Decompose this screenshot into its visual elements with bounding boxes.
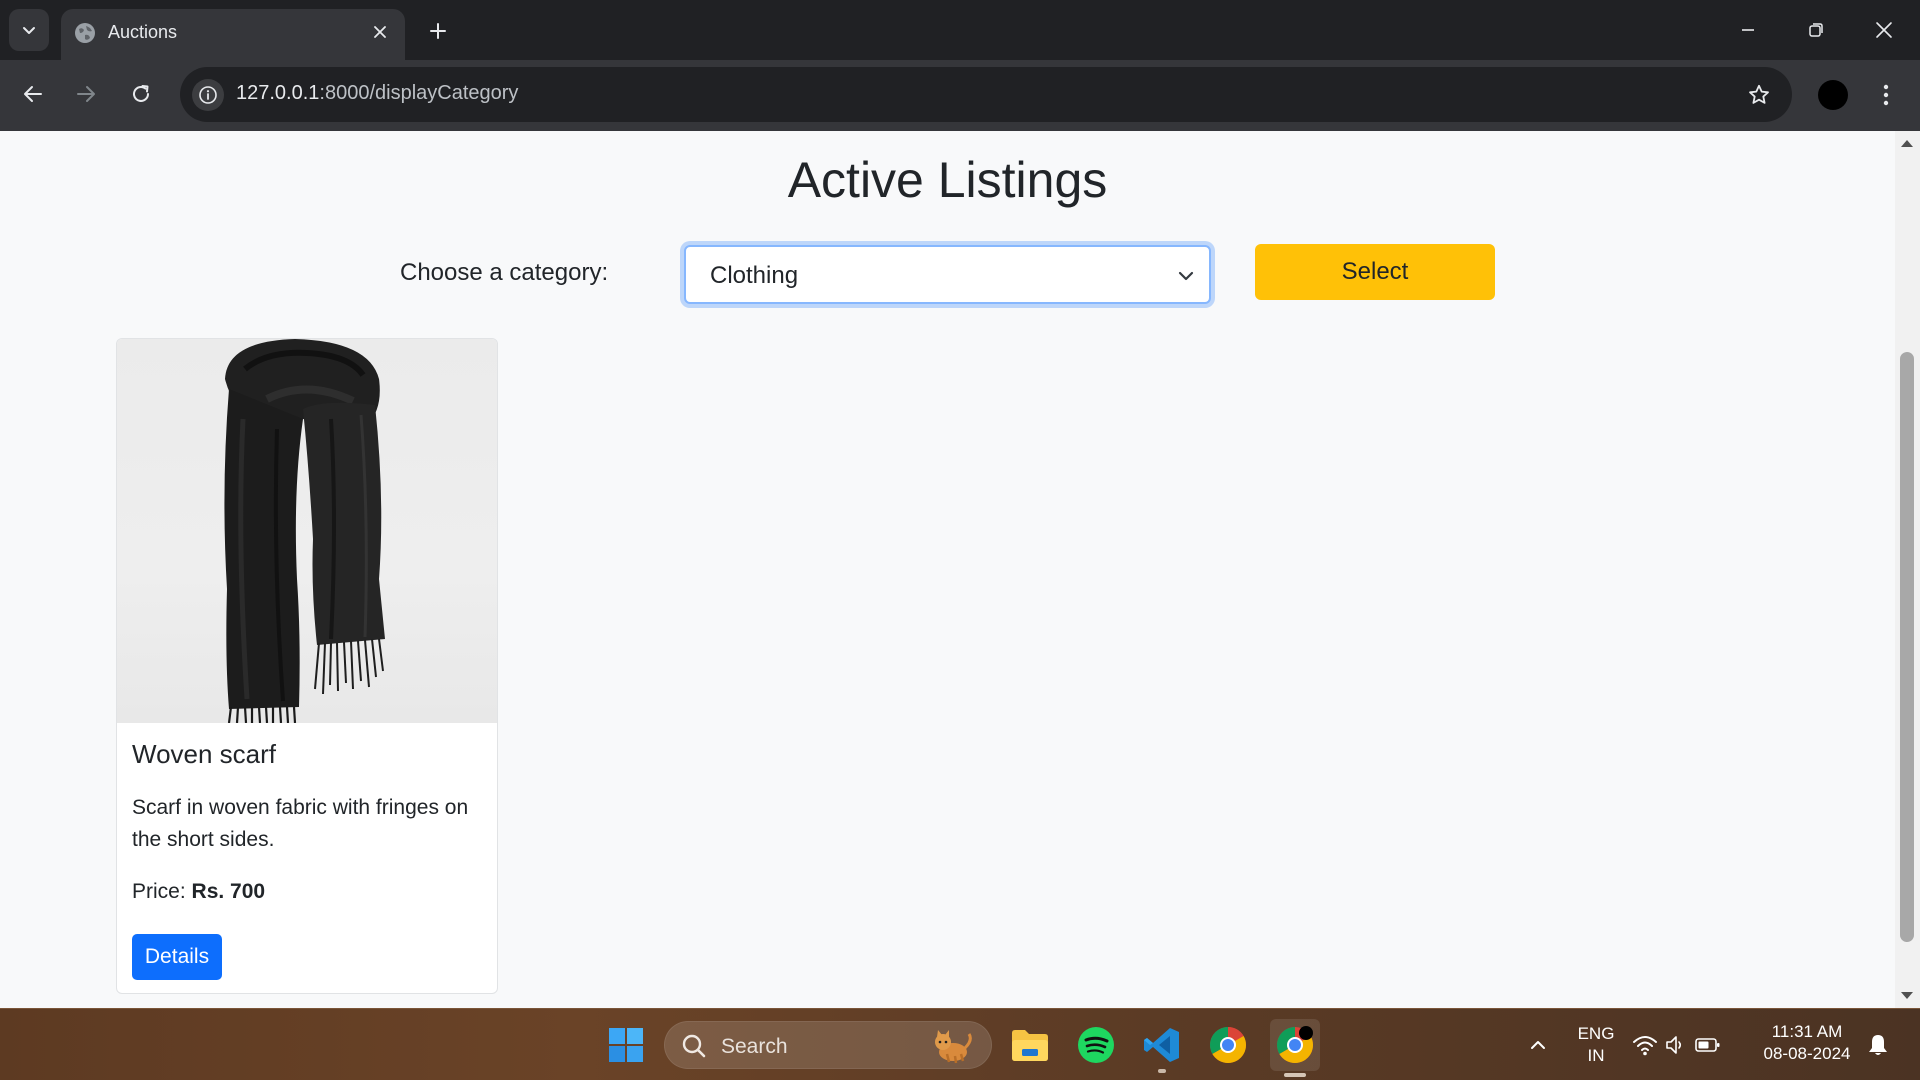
wifi-icon bbox=[1633, 1036, 1657, 1056]
scroll-thumb[interactable] bbox=[1900, 352, 1914, 942]
tab-search-button[interactable] bbox=[9, 9, 49, 51]
chrome-icon bbox=[1209, 1027, 1247, 1063]
listing-title: Woven scarf bbox=[132, 739, 277, 769]
vscode-button[interactable] bbox=[1140, 1023, 1184, 1073]
forward-button[interactable] bbox=[66, 74, 106, 114]
file-explorer-button[interactable] bbox=[1008, 1023, 1052, 1067]
chevron-up-icon bbox=[1531, 1041, 1545, 1049]
select-button[interactable]: Select bbox=[1255, 244, 1495, 300]
clock-time: 11:31 AM bbox=[1771, 1022, 1843, 1041]
taskbar-search-label: Search bbox=[721, 1035, 788, 1058]
page-scrollbar[interactable] bbox=[1895, 131, 1920, 1008]
clock[interactable]: 11:31 AM 08-08-2024 bbox=[1752, 1021, 1862, 1065]
battery-icon bbox=[1695, 1038, 1720, 1052]
category-form: Choose a category: Clothing Select bbox=[0, 243, 1895, 304]
minimize-button[interactable] bbox=[1726, 8, 1770, 52]
minimize-icon bbox=[1742, 29, 1754, 31]
category-select-value: Clothing bbox=[710, 262, 799, 289]
browser-menu-button[interactable] bbox=[1870, 76, 1902, 114]
restore-button[interactable] bbox=[1794, 8, 1838, 52]
close-icon bbox=[1876, 22, 1892, 38]
kebab-menu-icon bbox=[1883, 84, 1889, 106]
search-icon bbox=[682, 1034, 706, 1058]
scroll-down-arrow[interactable] bbox=[1901, 992, 1913, 999]
page-title: Active Listings bbox=[787, 152, 1108, 208]
new-tab-button[interactable] bbox=[420, 13, 456, 49]
address-bar[interactable]: 127.0.0.1:8000/displayCategory bbox=[180, 67, 1792, 122]
globe-icon bbox=[75, 23, 95, 43]
chrome-icon bbox=[1276, 1026, 1314, 1063]
price-value: Rs. 700 bbox=[191, 880, 266, 903]
back-icon bbox=[24, 86, 42, 102]
back-button[interactable] bbox=[13, 74, 53, 114]
windows-start-icon bbox=[609, 1028, 643, 1062]
site-info-icon bbox=[199, 86, 217, 104]
spotify-icon bbox=[1078, 1027, 1114, 1063]
listing-description: Scarf in woven fabric with fringes on th… bbox=[132, 796, 469, 851]
close-icon bbox=[374, 26, 386, 38]
scroll-up-arrow[interactable] bbox=[1901, 140, 1913, 147]
listing-card: Woven scarf Scarf in woven fabric with f… bbox=[116, 338, 498, 994]
start-button[interactable] bbox=[604, 1023, 648, 1067]
url-host: 127.0.0.1 bbox=[236, 82, 320, 104]
taskbar: Search ENG IN 11:31 AM 08-08-2024 bbox=[0, 1008, 1920, 1080]
active-indicator bbox=[1284, 1073, 1306, 1077]
browser-tabstrip: Auctions bbox=[0, 0, 1920, 60]
url-path: :8000/displayCategory bbox=[319, 82, 519, 104]
listing-image bbox=[117, 339, 497, 724]
file-explorer-icon bbox=[1012, 1030, 1048, 1061]
page-viewport: Active Listings Choose a category: Cloth… bbox=[0, 131, 1895, 1008]
reload-button[interactable] bbox=[121, 74, 161, 114]
browser-tab-active[interactable]: Auctions bbox=[61, 9, 405, 60]
profile-avatar[interactable] bbox=[1818, 80, 1848, 110]
restore-icon bbox=[1809, 23, 1823, 37]
chrome-button[interactable] bbox=[1206, 1023, 1250, 1067]
price-label: Price: bbox=[132, 880, 186, 903]
spotify-button[interactable] bbox=[1074, 1023, 1118, 1067]
url-text: 127.0.0.1:8000/displayCategory bbox=[236, 82, 518, 105]
volume-icon bbox=[1666, 1036, 1682, 1054]
chevron-down-icon bbox=[1178, 271, 1194, 281]
language-indicator[interactable]: ENG IN bbox=[1572, 1023, 1620, 1067]
scarf-illustration bbox=[224, 339, 385, 724]
star-icon bbox=[1749, 84, 1769, 104]
bell-icon bbox=[1869, 1035, 1887, 1055]
reload-icon bbox=[133, 85, 149, 102]
cat-illustration-icon bbox=[935, 1030, 972, 1064]
running-indicator bbox=[1158, 1069, 1166, 1073]
plus-icon bbox=[430, 23, 446, 39]
category-label: Choose a category: bbox=[400, 259, 609, 286]
category-select[interactable]: Clothing bbox=[684, 245, 1211, 304]
listing-price: Price: Rs. 700 bbox=[132, 880, 265, 904]
taskbar-search[interactable]: Search bbox=[664, 1021, 992, 1069]
chrome-active-button[interactable] bbox=[1270, 1019, 1320, 1077]
details-button[interactable]: Details bbox=[132, 934, 222, 980]
tab-search-icon bbox=[23, 27, 35, 34]
close-window-button[interactable] bbox=[1862, 8, 1906, 52]
site-info-button[interactable] bbox=[192, 79, 224, 111]
notifications-button[interactable] bbox=[1858, 1023, 1898, 1067]
show-hidden-icons-button[interactable] bbox=[1518, 1023, 1558, 1067]
browser-toolbar: 127.0.0.1:8000/displayCategory bbox=[0, 60, 1920, 131]
tab-title: Auctions bbox=[108, 22, 178, 42]
system-tray-status[interactable] bbox=[1632, 1023, 1722, 1067]
tab-close-button[interactable] bbox=[367, 19, 393, 45]
bookmark-button[interactable] bbox=[1744, 80, 1774, 110]
clock-date: 08-08-2024 bbox=[1763, 1044, 1851, 1063]
language-top: ENG bbox=[1577, 1024, 1615, 1043]
vscode-icon bbox=[1144, 1028, 1179, 1062]
forward-icon bbox=[77, 86, 95, 102]
language-bottom: IN bbox=[1587, 1046, 1605, 1065]
